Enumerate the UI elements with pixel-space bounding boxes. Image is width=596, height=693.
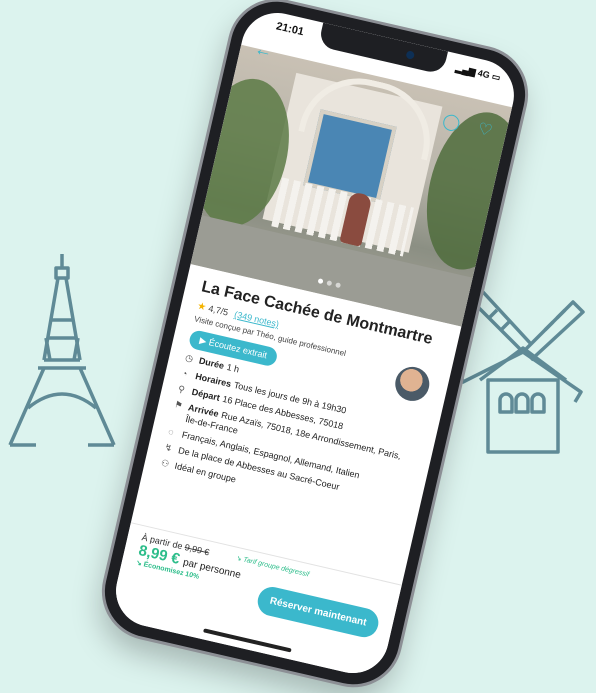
signal-battery-icon: ▂▄▆ 4G ▭: [454, 62, 502, 83]
phone-device: 21:01 ▂▄▆ 4G ▭ ← ◯ ♡ La Face Cachée de M…: [95, 0, 535, 693]
departure-label: Départ: [190, 386, 221, 403]
carousel-dot[interactable]: [325, 280, 332, 287]
camera-icon: [405, 50, 416, 60]
carousel-dot[interactable]: [334, 282, 341, 289]
comment-icon[interactable]: ◯: [440, 110, 462, 134]
listen-label: Écoutez extrait: [207, 337, 269, 361]
rating-value: 4,7/5: [207, 303, 230, 318]
status-time: 21:01: [274, 20, 306, 39]
network-label: 4G: [476, 67, 491, 81]
star-icon: ★: [196, 300, 208, 314]
duration-label: Durée: [197, 355, 226, 371]
phone-mockup: 21:01 ▂▄▆ 4G ▭ ← ◯ ♡ La Face Cachée de M…: [80, 0, 545, 693]
carousel-dot[interactable]: [317, 278, 324, 285]
duration-value: 1 h: [225, 361, 241, 375]
